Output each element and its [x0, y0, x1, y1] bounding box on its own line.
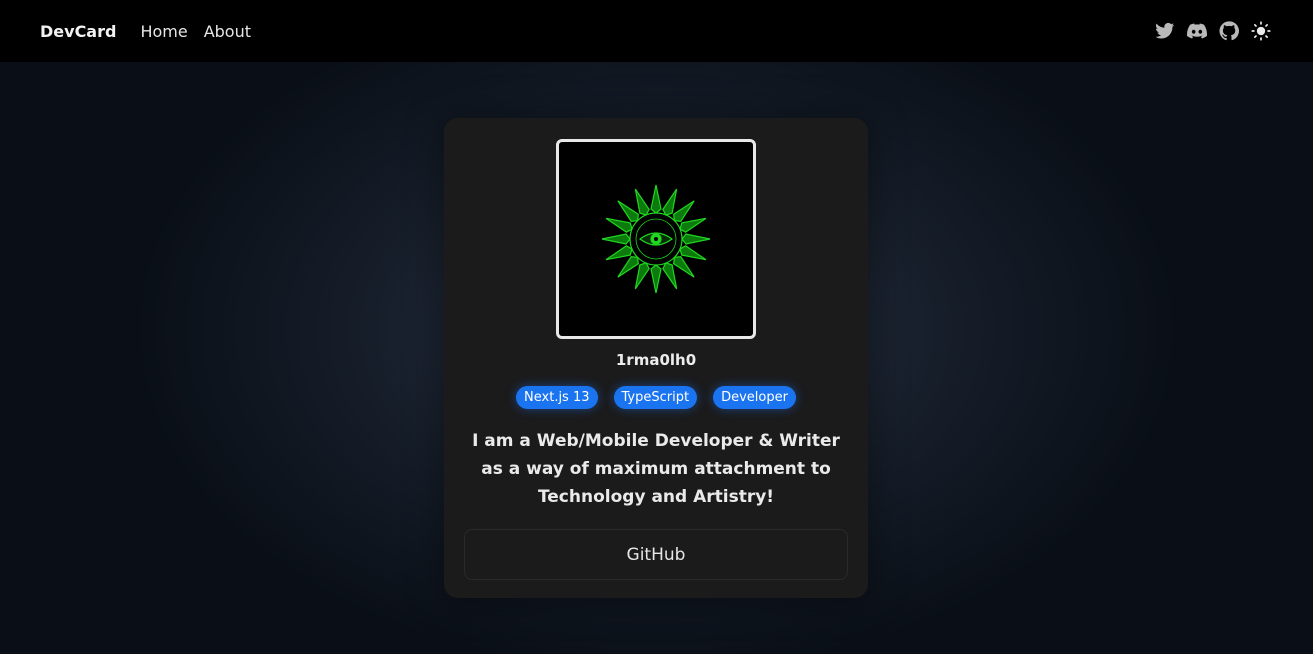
discord-icon[interactable]	[1187, 21, 1207, 41]
social-links	[1155, 21, 1273, 41]
tag-developer: Developer	[713, 386, 796, 409]
tag-typescript: TypeScript	[613, 386, 698, 409]
brand-link[interactable]: DevCard	[40, 22, 116, 41]
bio: I am a Web/Mobile Developer & Writer as …	[472, 431, 840, 507]
github-button[interactable]: GitHub	[464, 529, 848, 580]
avatar	[556, 139, 756, 339]
navbar: DevCard Home About	[0, 0, 1313, 62]
nav-link-home[interactable]: Home	[140, 22, 187, 41]
green-sun-eye-emblem-icon	[601, 184, 711, 294]
twitter-icon[interactable]	[1155, 21, 1175, 41]
nav-link-about[interactable]: About	[204, 22, 251, 41]
theme-toggle-sun-icon[interactable]	[1251, 21, 1271, 41]
tag-list: Next.js 13 TypeScript Developer	[516, 386, 796, 409]
profile-card: 1rma0lh0 Next.js 13 TypeScript Developer…	[444, 118, 868, 598]
github-icon[interactable]	[1219, 21, 1239, 41]
username: 1rma0lh0	[615, 351, 697, 369]
tag-nextjs: Next.js 13	[516, 386, 598, 409]
